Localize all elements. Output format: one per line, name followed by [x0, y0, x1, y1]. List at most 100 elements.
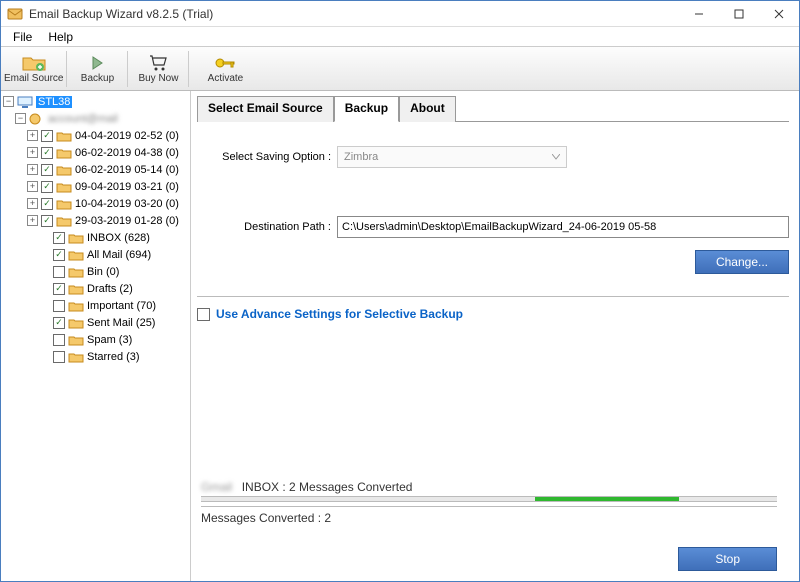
folder-icon [68, 231, 84, 245]
advance-settings-label[interactable]: Use Advance Settings for Selective Backu… [216, 307, 463, 321]
collapse-icon[interactable]: − [3, 96, 14, 107]
tree-folder-node[interactable]: ✓ Sent Mail (25) [1, 314, 190, 331]
tree-spacer [39, 334, 50, 345]
email-source-label: Email Source [4, 73, 63, 84]
cart-icon [148, 53, 168, 73]
tree-node-label[interactable]: 29-03-2019 01-28 (0) [75, 215, 179, 227]
folder-icon [68, 316, 84, 330]
tree-checkbox[interactable]: ✓ [41, 215, 53, 227]
tree-folder-node[interactable]: ✓ Drafts (2) [1, 280, 190, 297]
change-row: Change... [197, 250, 789, 274]
expand-icon[interactable]: + [27, 130, 38, 141]
tree-root-label[interactable]: STL38 [36, 96, 72, 108]
tree-checkbox[interactable]: ✓ [53, 283, 65, 295]
messages-converted: Messages Converted : 2 [201, 506, 777, 525]
tree-checkbox[interactable]: ✓ [41, 147, 53, 159]
tree-node-label[interactable]: All Mail (694) [87, 249, 151, 261]
folder-icon [56, 129, 72, 143]
tree-checkbox[interactable]: ✓ [41, 198, 53, 210]
tree-folder-node[interactable]: ✓ All Mail (694) [1, 246, 190, 263]
folder-tree[interactable]: − STL38 − account@mail +✓04-04-2019 02-5… [1, 91, 191, 581]
saving-option-label: Select Saving Option : [197, 151, 337, 163]
email-source-button[interactable]: Email Source [3, 48, 64, 90]
tree-checkbox[interactable] [53, 266, 65, 278]
tree-node-label[interactable]: Spam (3) [87, 334, 132, 346]
destination-label: Destination Path : [197, 221, 337, 233]
tree-checkbox[interactable]: ✓ [41, 130, 53, 142]
expand-icon[interactable]: + [27, 164, 38, 175]
tree-account[interactable]: − account@mail [1, 110, 190, 127]
tree-root[interactable]: − STL38 [1, 93, 190, 110]
tree-date-node[interactable]: +✓ 10-04-2019 03-20 (0) [1, 195, 190, 212]
expand-icon[interactable]: + [27, 215, 38, 226]
tree-node-label[interactable]: Important (70) [87, 300, 156, 312]
tree-checkbox[interactable] [53, 300, 65, 312]
tree-node-label[interactable]: Drafts (2) [87, 283, 133, 295]
tree-folder-node[interactable]: Bin (0) [1, 263, 190, 280]
folder-icon [56, 214, 72, 228]
expand-icon[interactable]: + [27, 147, 38, 158]
tree-date-node[interactable]: +✓ 06-02-2019 04-38 (0) [1, 144, 190, 161]
tree-folder-node[interactable]: Important (70) [1, 297, 190, 314]
tree-checkbox[interactable] [53, 334, 65, 346]
tree-checkbox[interactable]: ✓ [41, 181, 53, 193]
expand-icon[interactable]: + [27, 181, 38, 192]
advance-settings-checkbox[interactable] [197, 308, 210, 321]
menu-help[interactable]: Help [40, 28, 81, 46]
tree-node-label[interactable]: 04-04-2019 02-52 (0) [75, 130, 179, 142]
folder-add-icon [22, 53, 46, 73]
tree-folder-node[interactable]: Spam (3) [1, 331, 190, 348]
tree-node-label[interactable]: 06-02-2019 04-38 (0) [75, 147, 179, 159]
tab-about[interactable]: About [399, 96, 456, 122]
backup-button[interactable]: Backup [69, 48, 125, 90]
tree-date-node[interactable]: +✓ 29-03-2019 01-28 (0) [1, 212, 190, 229]
tree-node-label[interactable]: 09-04-2019 03-21 (0) [75, 181, 179, 193]
folder-icon [68, 350, 84, 364]
tree-folder-node[interactable]: Starred (3) [1, 348, 190, 365]
stop-button[interactable]: Stop [678, 547, 777, 571]
tab-backup[interactable]: Backup [334, 96, 399, 122]
main-area: − STL38 − account@mail +✓04-04-2019 02-5… [1, 91, 799, 581]
tree-node-label[interactable]: 10-04-2019 03-20 (0) [75, 198, 179, 210]
folder-icon [56, 163, 72, 177]
tree-checkbox[interactable]: ✓ [53, 249, 65, 261]
tree-checkbox[interactable]: ✓ [41, 164, 53, 176]
tab-select-email-source[interactable]: Select Email Source [197, 96, 334, 122]
app-icon [7, 6, 23, 22]
collapse-icon[interactable]: − [15, 113, 26, 124]
menu-file[interactable]: File [5, 28, 40, 46]
destination-path-input[interactable] [337, 216, 789, 238]
tree-node-label[interactable]: 06-02-2019 05-14 (0) [75, 164, 179, 176]
saving-option-select[interactable]: Zimbra [337, 146, 567, 168]
tree-node-label[interactable]: Starred (3) [87, 351, 140, 363]
tree-node-label[interactable]: Bin (0) [87, 266, 119, 278]
tree-spacer [39, 283, 50, 294]
buy-now-button[interactable]: Buy Now [130, 48, 186, 90]
tree-checkbox[interactable]: ✓ [53, 317, 65, 329]
tree-folder-node[interactable]: ✓ INBOX (628) [1, 229, 190, 246]
folder-icon [56, 180, 72, 194]
account-icon [29, 112, 45, 126]
tree-date-node[interactable]: +✓ 06-02-2019 05-14 (0) [1, 161, 190, 178]
expand-icon[interactable]: + [27, 198, 38, 209]
tree-spacer [39, 249, 50, 260]
tree-spacer [39, 317, 50, 328]
change-button[interactable]: Change... [695, 250, 789, 274]
window-title: Email Backup Wizard v8.2.5 (Trial) [29, 7, 213, 21]
progress-status: Gmail INBOX : 2 Messages Converted [201, 480, 777, 494]
tree-checkbox[interactable] [53, 351, 65, 363]
tree-checkbox[interactable]: ✓ [53, 232, 65, 244]
computer-icon [17, 95, 33, 109]
tree-node-label[interactable]: Sent Mail (25) [87, 317, 155, 329]
maximize-button[interactable] [719, 1, 759, 27]
minimize-button[interactable] [679, 1, 719, 27]
tree-date-node[interactable]: +✓ 09-04-2019 03-21 (0) [1, 178, 190, 195]
close-button[interactable] [759, 1, 799, 27]
folder-icon [68, 282, 84, 296]
divider [197, 296, 789, 297]
advance-settings-row: Use Advance Settings for Selective Backu… [197, 307, 789, 321]
tree-node-label[interactable]: INBOX (628) [87, 232, 150, 244]
toolbar-separator [66, 51, 67, 87]
tree-date-node[interactable]: +✓ 04-04-2019 02-52 (0) [1, 127, 190, 144]
activate-button[interactable]: Activate [197, 48, 253, 90]
